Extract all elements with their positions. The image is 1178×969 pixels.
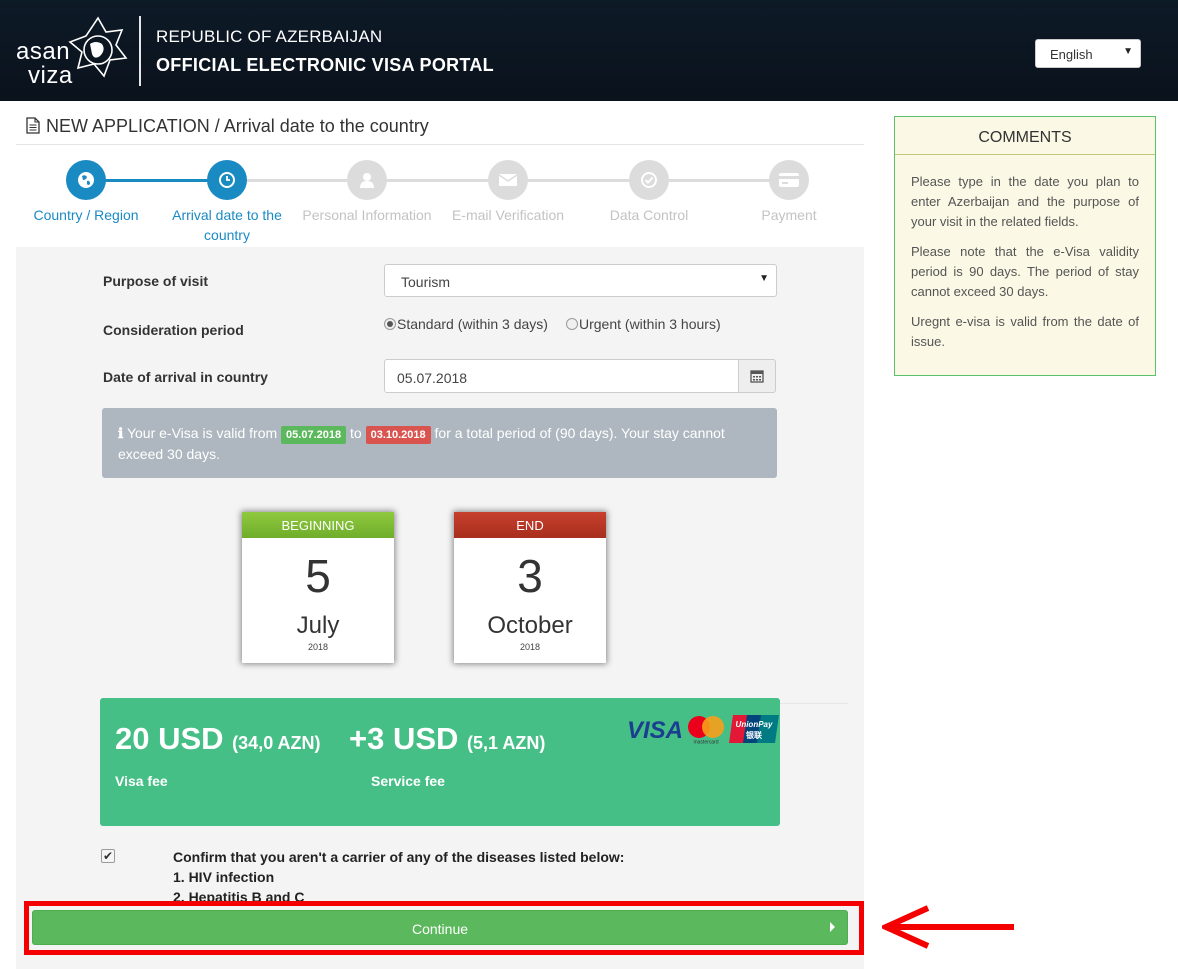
step-label: E-mail Verification [451,207,565,223]
cal-year: 2018 [519,642,541,652]
step-email-verification[interactable]: E-mail Verification [438,160,578,225]
cal-header: BEGINNING [242,512,394,538]
document-icon [26,117,40,134]
globe-icon [78,172,94,188]
cal-year: 2018 [307,642,329,652]
disease-item: 1. HIV infection [173,869,275,885]
unionpay-wordmark: UnionPay [736,720,773,729]
caret-down-icon: ▼ [759,273,769,284]
comment-paragraph: Uregnt e-visa is valid from the date of … [911,314,1139,349]
step-label: Arrival date to the country [172,207,282,243]
visa-fee-amount: 20 USD (34,0 AZN) [115,721,321,757]
visa-logo: VISA [627,717,683,744]
visa-fee-azn: (34,0 AZN) [232,733,321,753]
period-label: Consideration period [103,322,244,338]
check-circle-icon [641,172,657,188]
step-payment[interactable]: Payment [719,160,859,225]
plus-sign: + [349,721,368,756]
site-header: asan viza REPUBLIC OF AZERBAIJAN OFFICIA… [0,0,1178,101]
service-fee-amount: +3 USD (5,1 AZN) [349,721,545,757]
step-label: Payment [761,207,817,223]
visa-fee-label: Visa fee [115,773,168,789]
cal-header: END [454,512,606,538]
confirm-checkbox[interactable]: ✔ [101,849,115,863]
radio-urgent-label: Urgent (within 3 hours) [579,316,721,332]
step-personal-information[interactable]: Personal Information [297,160,437,225]
clock-icon [219,172,235,188]
continue-label: Continue [411,921,469,937]
comments-panel: COMMENTS Please type in the date you pla… [894,116,1156,376]
unionpay-logo: UnionPay 银联 [729,715,779,743]
comment-paragraph: Please note that the e-Visa validity per… [911,244,1139,299]
caret-down-icon: ▼ [1123,46,1133,57]
arrow-left-icon [882,905,1014,949]
step-country-region[interactable]: Country / Region [16,160,156,225]
validity-text-before: Your e-Visa is valid from [126,425,278,441]
unionpay-chinese-wordmark: 银联 [745,730,762,740]
credit-card-icon [779,173,799,187]
purpose-label: Purpose of visit [103,273,209,289]
step-data-control[interactable]: Data Control [579,160,719,225]
page-title: NEW APPLICATION / Arrival date to the co… [26,116,429,137]
disease-item: 2. Hepatitis B and C [173,889,305,901]
calendar-icon [750,370,764,383]
step-label: Country / Region [33,207,139,223]
end-date-card: END 3 October 2018 [454,512,606,663]
service-fee-usd: 3 USD [367,721,459,756]
arrival-date-label: Date of arrival in country [103,369,268,385]
step-label: Personal Information [302,207,432,223]
valid-to-badge: 03.10.2018 [365,426,431,444]
radio-standard-label: Standard (within 3 days) [397,316,548,332]
validity-to-word: to [350,425,362,441]
step-arrival-date[interactable]: Arrival date to the country [157,160,297,245]
title-divider [16,144,864,145]
header-divider [139,16,141,86]
purpose-value: Tourism [401,274,451,290]
arrival-date-input[interactable]: 05.07.2018 [384,359,739,393]
validity-info-box: ℹ Your e-Visa is valid from 05.07.2018 t… [102,408,777,478]
page-title-text: NEW APPLICATION / Arrival date to the co… [46,116,429,136]
purpose-select[interactable]: Tourism ▼ [384,264,777,297]
visa-fee-usd: 20 USD [115,721,224,756]
language-value: English [1050,47,1093,62]
cal-month: October [487,612,573,639]
arrival-date-value: 05.07.2018 [397,370,468,386]
radio-standard[interactable]: Standard (within 3 days) [384,316,548,332]
language-select[interactable]: English ▼ [1035,39,1141,68]
comment-paragraph: Please type in the date you plan to ente… [911,174,1139,229]
radio-urgent[interactable]: Urgent (within 3 hours) [566,316,721,332]
service-fee-azn: (5,1 AZN) [467,733,546,753]
mastercard-logo: mastercard [688,716,724,745]
continue-button[interactable]: Continue [32,910,848,945]
comments-title: COMMENTS [895,117,1155,155]
confirm-text: Confirm that you aren't a carrier of any… [173,849,625,865]
service-fee-label: Service fee [371,773,445,789]
globe-emblem-icon [68,16,128,78]
cal-day: 3 [517,550,543,602]
radio-urgent-input[interactable] [566,318,578,330]
payment-cards-logos: VISA mastercard UnionPay 银联 [627,715,779,745]
calendar-picker-button[interactable] [738,359,776,393]
step-label: Data Control [609,207,689,223]
cal-month: July [296,612,340,639]
radio-standard-input[interactable] [384,318,396,330]
logo-text-top: asan [16,38,71,65]
country-name: REPUBLIC OF AZERBAIJAN [156,27,383,46]
cal-day: 5 [305,550,331,602]
asan-viza-logo[interactable]: asan viza [14,14,128,88]
mastercard-wordmark: mastercard [693,740,718,746]
caret-right-icon [830,922,835,932]
fee-box: 20 USD (34,0 AZN) +3 USD (5,1 AZN) Visa … [100,698,780,826]
user-icon [360,173,374,188]
valid-from-badge: 05.07.2018 [281,426,347,444]
envelope-icon [498,174,518,186]
portal-name: OFFICIAL ELECTRONIC VISA PORTAL [156,55,494,75]
info-icon: ℹ [118,425,124,441]
beginning-date-card: BEGINNING 5 July 2018 [242,512,394,663]
